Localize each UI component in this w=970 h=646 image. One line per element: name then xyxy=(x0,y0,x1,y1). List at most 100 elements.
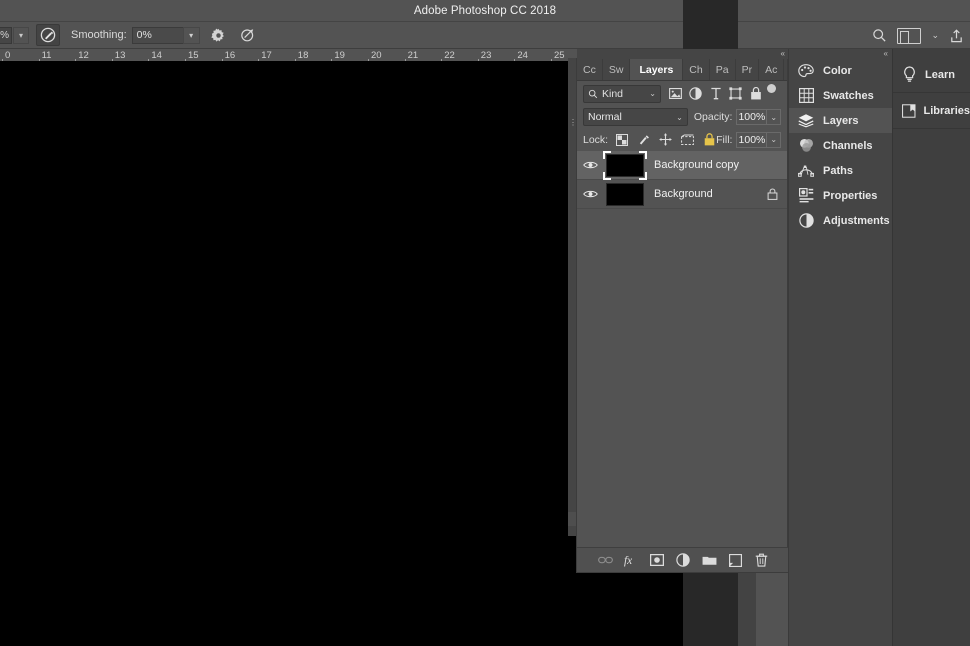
ruler-label: 22 xyxy=(444,50,455,61)
search-icon[interactable] xyxy=(872,28,887,43)
ruler-label: 11 xyxy=(42,50,52,61)
layer-row[interactable]: Background copy xyxy=(577,151,787,180)
dock-item-color[interactable]: Color xyxy=(789,58,892,83)
right-dock-collapse-icon[interactable]: « xyxy=(884,50,888,58)
new-layer-icon[interactable] xyxy=(728,553,743,568)
filter-type-icon[interactable] xyxy=(709,87,722,100)
lock-position-icon[interactable] xyxy=(659,133,672,146)
fill-input[interactable]: 100% xyxy=(736,132,767,148)
panel-tab-ch[interactable]: Ch xyxy=(683,59,709,80)
dock-item-channels[interactable]: Channels xyxy=(789,133,892,158)
filter-shape-icon[interactable] xyxy=(729,87,742,100)
ruler-label: 23 xyxy=(481,50,492,61)
add-layer-mask-icon[interactable] xyxy=(650,553,665,568)
panel-tab-sw[interactable]: Sw xyxy=(603,59,631,80)
workspace-caret-icon[interactable]: ⌄ xyxy=(931,30,939,41)
swatches-grid-icon xyxy=(798,88,814,104)
collapsed-dock-grip-icon[interactable]: ⋮ xyxy=(569,118,576,128)
brush-preset-icon xyxy=(40,27,57,43)
fill-chevron-down-icon[interactable]: ⌄ xyxy=(767,132,781,148)
brush-preset-button[interactable] xyxy=(36,24,60,46)
filter-adjustment-icon[interactable] xyxy=(689,87,702,100)
ruler-label: 20 xyxy=(371,50,382,61)
lock-icon xyxy=(767,188,778,200)
share-icon[interactable] xyxy=(949,28,964,44)
ruler-label: 17 xyxy=(261,50,272,61)
layer-thumbnail-selection-marker xyxy=(603,151,647,180)
dock-item-libraries[interactable]: Libraries xyxy=(893,93,970,129)
delete-layer-icon[interactable] xyxy=(754,553,769,568)
ruler-label: 14 xyxy=(151,50,162,61)
workspace-strip-secondary xyxy=(738,573,756,646)
lock-transparent-pixels-icon[interactable] xyxy=(615,133,628,146)
ruler-label: 18 xyxy=(298,50,309,61)
gear-icon xyxy=(211,28,226,43)
dock-item-adjustments[interactable]: Adjustments xyxy=(789,208,892,233)
airbrush-button[interactable] xyxy=(240,27,256,43)
panel-tab-layers[interactable]: Layers xyxy=(630,59,683,80)
dock-item-label: Swatches xyxy=(823,90,874,102)
brush-size-field[interactable]: % xyxy=(0,27,12,44)
ruler-label: 24 xyxy=(517,50,528,61)
layer-thumbnail[interactable] xyxy=(606,183,644,206)
ruler-label: 0 xyxy=(5,50,10,61)
ruler-label: 25 xyxy=(554,50,565,61)
panel-tab-pa[interactable]: Pa xyxy=(710,59,736,80)
eye-icon xyxy=(583,160,598,170)
dock-item-label: Layers xyxy=(823,115,858,127)
smoothing-options-button[interactable] xyxy=(211,28,226,43)
paths-pen-icon xyxy=(798,163,814,179)
dock-item-paths[interactable]: Paths xyxy=(789,158,892,183)
layer-name[interactable]: Background xyxy=(654,188,713,200)
opacity-chevron-down-icon[interactable]: ⌄ xyxy=(767,109,781,125)
smoothing-label: Smoothing: xyxy=(71,29,127,41)
document-canvas-lower[interactable] xyxy=(0,579,683,646)
filter-smartobject-icon[interactable] xyxy=(749,87,762,100)
dock-item-layers[interactable]: Layers xyxy=(789,108,892,133)
libraries-book-icon xyxy=(902,103,916,119)
layer-row[interactable]: Background xyxy=(577,180,787,209)
dock-item-label: Channels xyxy=(823,140,873,152)
color-palette-icon xyxy=(798,63,814,79)
filter-toggle-icon[interactable] xyxy=(767,84,776,93)
smoothing-input[interactable]: 0% xyxy=(132,27,184,44)
lightbulb-icon xyxy=(902,66,917,83)
blend-mode-select[interactable]: Normal ⌄ xyxy=(583,108,688,126)
new-group-icon[interactable] xyxy=(702,553,717,568)
layer-filter-kind-select[interactable]: Kind ⌄ xyxy=(583,85,661,103)
blend-mode-value: Normal xyxy=(588,111,622,123)
panel-tab-cc[interactable]: Cc xyxy=(577,59,603,80)
new-adjustment-layer-icon[interactable] xyxy=(676,553,691,568)
layers-panel-collapse-icon[interactable]: « xyxy=(781,50,785,58)
dock-item-label: Adjustments xyxy=(823,215,890,227)
lock-image-pixels-icon[interactable] xyxy=(637,133,650,146)
panel-tab-ac[interactable]: Ac xyxy=(759,59,784,80)
opacity-input[interactable]: 100% xyxy=(736,109,767,125)
title-bar: Adobe Photoshop CC 2018 xyxy=(0,0,970,22)
dock-item-learn[interactable]: Learn xyxy=(893,57,970,93)
adjustments-icon xyxy=(798,213,814,229)
layers-panel-header[interactable]: « xyxy=(577,49,789,59)
layers-stack-icon xyxy=(798,113,814,129)
chevron-down-icon[interactable]: ⌄ xyxy=(649,89,656,98)
ruler-label: 15 xyxy=(188,50,199,61)
workspace-switcher-icon[interactable] xyxy=(897,28,921,44)
smoothing-caret-icon[interactable]: ▾ xyxy=(183,27,200,44)
layer-thumbnail[interactable] xyxy=(606,154,644,177)
dock-item-properties[interactable]: Properties xyxy=(789,183,892,208)
photoshop-window: Adobe Photoshop CC 2018 % ▾ Smoothing: 0… xyxy=(0,0,970,646)
right-dock-header[interactable]: « xyxy=(789,49,892,58)
chevron-down-icon[interactable]: ⌄ xyxy=(676,113,683,122)
lock-all-icon[interactable] xyxy=(703,133,716,146)
dock-item-swatches[interactable]: Swatches xyxy=(789,83,892,108)
layer-name[interactable]: Background copy xyxy=(654,159,739,171)
filter-pixel-icon[interactable] xyxy=(669,87,682,100)
brush-size-caret-icon[interactable]: ▾ xyxy=(13,27,29,44)
panel-tab-pr[interactable]: Pr xyxy=(736,59,760,80)
layer-visibility-toggle[interactable] xyxy=(577,160,604,170)
lock-artboard-icon[interactable] xyxy=(681,133,694,146)
layer-style-fx-icon[interactable]: fx xyxy=(624,553,639,568)
layer-visibility-toggle[interactable] xyxy=(577,189,604,199)
link-layers-icon[interactable] xyxy=(598,553,613,568)
ruler-label: 16 xyxy=(225,50,236,61)
